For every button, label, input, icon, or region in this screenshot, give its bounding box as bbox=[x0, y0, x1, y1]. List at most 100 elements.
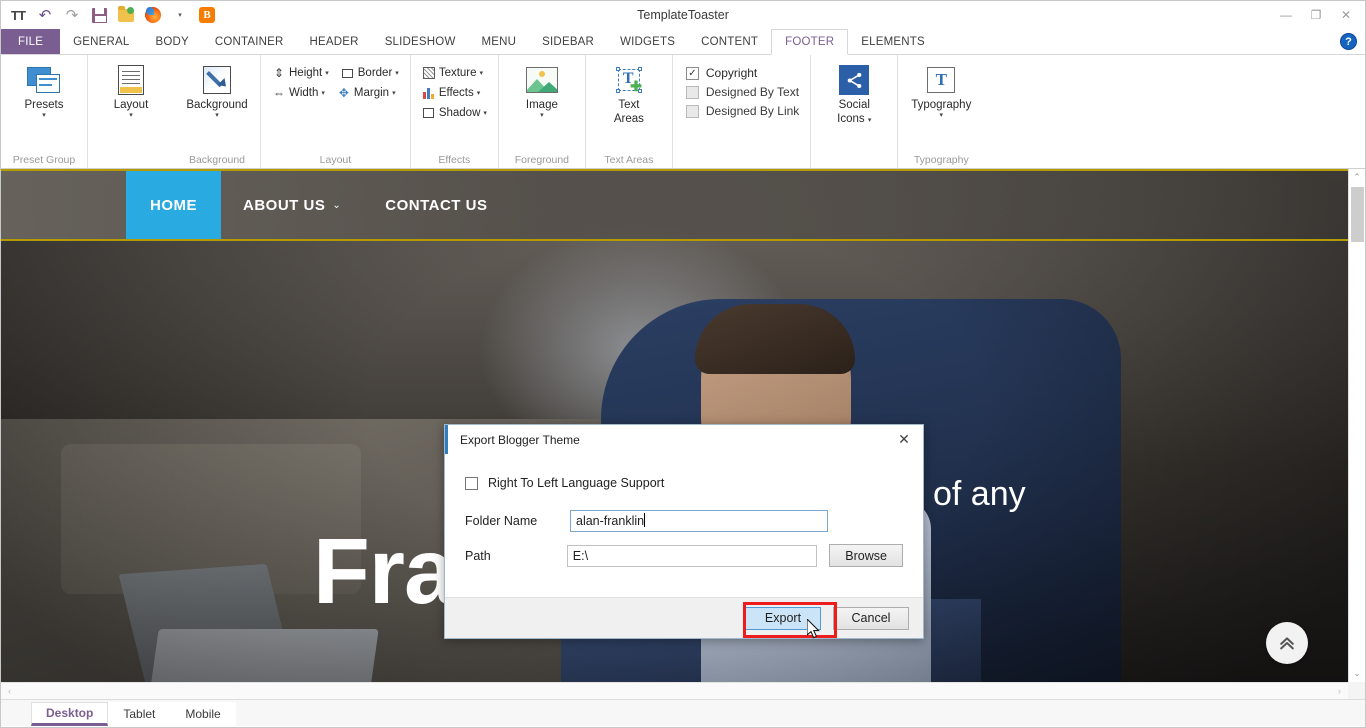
typography-button[interactable]: T Typography ▾ bbox=[905, 60, 977, 120]
chevron-down-icon: ▾ bbox=[483, 109, 487, 117]
tab-content[interactable]: CONTENT bbox=[688, 29, 771, 54]
device-tab-desktop[interactable]: Desktop bbox=[31, 702, 108, 726]
design-canvas[interactable]: HOME ABOUT US ⌄ CONTACT US Franklin of a… bbox=[1, 169, 1365, 699]
blogger-glyph: B bbox=[199, 7, 215, 23]
text-areas-button[interactable]: T ✚ Text Areas bbox=[593, 60, 665, 125]
scroll-up-arrow[interactable]: ⌃ bbox=[1349, 169, 1366, 186]
nav-contact-label: CONTACT US bbox=[385, 197, 487, 214]
browse-button[interactable]: Browse bbox=[829, 544, 903, 567]
chevron-down-icon: ▾ bbox=[129, 112, 133, 120]
chevron-down-icon: ▾ bbox=[540, 112, 544, 120]
chevron-down-icon: ▾ bbox=[868, 117, 872, 124]
scroll-right-arrow[interactable]: › bbox=[1331, 683, 1348, 700]
social-icons-label-line1: Social bbox=[839, 99, 870, 111]
designed-by-link-checkbox-row[interactable]: Designed By Link bbox=[686, 104, 799, 118]
blogger-icon[interactable]: B bbox=[197, 5, 217, 25]
dialog-body: Right To Left Language Support Folder Na… bbox=[445, 454, 923, 599]
canvas-vertical-scrollbar[interactable]: ⌃ ⌄ bbox=[1348, 169, 1365, 682]
caret-glyph: ▾ bbox=[178, 12, 182, 19]
path-input[interactable]: E:\ bbox=[567, 545, 817, 567]
hero-subtext-of-any[interactable]: of any bbox=[933, 475, 1026, 514]
designed-by-text-checkbox[interactable] bbox=[686, 86, 699, 99]
designed-by-text-checkbox-row[interactable]: Designed By Text bbox=[686, 85, 799, 99]
open-folder-icon[interactable] bbox=[116, 5, 136, 25]
device-tab-mobile[interactable]: Mobile bbox=[170, 702, 235, 726]
image-button[interactable]: Image ▾ bbox=[506, 60, 578, 120]
title-bar: TT ↶ ↷ ▾ B TemplateToaster — ❐ ✕ bbox=[1, 1, 1365, 29]
close-button[interactable]: ✕ bbox=[1331, 2, 1361, 28]
designed-by-link-checkbox[interactable] bbox=[686, 105, 699, 118]
ribbon-body: Presets ▾ Preset Group Layout bbox=[1, 55, 1365, 169]
help-button[interactable]: ? bbox=[1340, 33, 1357, 50]
effects-button[interactable]: Effects ▾ bbox=[418, 84, 491, 102]
redo-icon[interactable]: ↷ bbox=[62, 5, 82, 25]
vertical-scroll-thumb[interactable] bbox=[1351, 187, 1364, 242]
cancel-button[interactable]: Cancel bbox=[833, 607, 909, 630]
tab-file[interactable]: FILE bbox=[1, 29, 60, 54]
margin-icon: ✥ bbox=[337, 86, 351, 100]
nav-item-contact-us[interactable]: CONTACT US bbox=[363, 171, 509, 239]
background-label: Background bbox=[186, 99, 247, 111]
export-button[interactable]: Export bbox=[745, 607, 821, 630]
preview-dropdown-caret[interactable]: ▾ bbox=[170, 5, 190, 25]
tab-sidebar[interactable]: SIDEBAR bbox=[529, 29, 607, 54]
border-button[interactable]: Border ▾ bbox=[337, 64, 403, 82]
undo-icon[interactable]: ↶ bbox=[35, 5, 55, 25]
tab-elements[interactable]: ELEMENTS bbox=[848, 29, 938, 54]
margin-button[interactable]: ✥ Margin ▾ bbox=[333, 84, 400, 102]
text-areas-label-line2: Areas bbox=[614, 113, 644, 125]
tab-slideshow[interactable]: SLIDESHOW bbox=[372, 29, 469, 54]
presets-button[interactable]: Presets ▾ bbox=[8, 60, 80, 120]
social-line2-text: Icons bbox=[837, 113, 865, 125]
tab-widgets[interactable]: WIDGETS bbox=[607, 29, 688, 54]
close-icon[interactable]: ✕ bbox=[891, 428, 917, 452]
scroll-down-arrow[interactable]: ⌄ bbox=[1349, 665, 1366, 682]
chevron-down-icon: ▾ bbox=[940, 112, 944, 120]
canvas-horizontal-scrollbar[interactable]: ‹ › bbox=[1, 682, 1348, 699]
background-brush-icon bbox=[203, 63, 231, 97]
tab-container[interactable]: CONTAINER bbox=[202, 29, 297, 54]
social-icons-button[interactable]: Social Icons ▾ bbox=[818, 60, 890, 125]
texture-label: Texture bbox=[439, 67, 477, 79]
tab-menu[interactable]: MENU bbox=[469, 29, 530, 54]
share-icon bbox=[839, 63, 869, 97]
scroll-left-arrow[interactable]: ‹ bbox=[1, 683, 18, 700]
copyright-checkbox-row[interactable]: ✓ Copyright bbox=[686, 66, 799, 80]
minimize-button[interactable]: — bbox=[1271, 2, 1301, 28]
site-header-selected[interactable]: HOME ABOUT US ⌄ CONTACT US bbox=[1, 169, 1348, 241]
tab-body[interactable]: BODY bbox=[142, 29, 201, 54]
export-blogger-theme-dialog[interactable]: Export Blogger Theme ✕ Right To Left Lan… bbox=[444, 424, 924, 639]
tab-header[interactable]: HEADER bbox=[297, 29, 372, 54]
window-controls: — ❐ ✕ bbox=[1271, 1, 1361, 29]
firefox-preview-icon[interactable] bbox=[143, 5, 163, 25]
folder-name-input[interactable]: alan-franklin bbox=[570, 510, 828, 532]
texture-button[interactable]: Texture ▾ bbox=[418, 64, 491, 82]
tab-general[interactable]: GENERAL bbox=[60, 29, 142, 54]
background-group-label: Background bbox=[181, 152, 253, 166]
ribbon-group-typography: T Typography ▾ Typography bbox=[898, 55, 984, 168]
path-row: Path E:\ Browse bbox=[465, 544, 903, 567]
height-button[interactable]: ⇕ Height ▾ bbox=[268, 64, 333, 82]
margin-label: Margin bbox=[354, 87, 389, 99]
quick-access-toolbar: TT ↶ ↷ ▾ B bbox=[1, 1, 217, 29]
designed-by-text-label: Designed By Text bbox=[706, 85, 799, 99]
copyright-checkbox[interactable]: ✓ bbox=[686, 67, 699, 80]
background-button[interactable]: Background ▾ bbox=[181, 60, 253, 120]
image-icon bbox=[526, 63, 558, 97]
device-tab-tablet[interactable]: Tablet bbox=[108, 702, 170, 726]
nav-item-about-us[interactable]: ABOUT US ⌄ bbox=[221, 171, 363, 239]
layout-button[interactable]: Layout ▾ bbox=[95, 60, 167, 120]
rtl-label: Right To Left Language Support bbox=[488, 476, 664, 490]
save-icon[interactable] bbox=[89, 5, 109, 25]
shadow-button[interactable]: Shadow ▾ bbox=[418, 104, 491, 122]
restore-button[interactable]: ❐ bbox=[1301, 2, 1331, 28]
rtl-checkbox[interactable] bbox=[465, 477, 478, 490]
nav-item-home[interactable]: HOME bbox=[126, 171, 221, 239]
font-icon[interactable]: TT bbox=[8, 5, 28, 25]
logo-area bbox=[1, 171, 126, 239]
typography-label: Typography bbox=[911, 99, 971, 111]
tab-footer[interactable]: FOOTER bbox=[771, 29, 848, 55]
rtl-checkbox-row[interactable]: Right To Left Language Support bbox=[465, 476, 903, 490]
width-button[interactable]: ⇔ Width ▾ bbox=[268, 84, 329, 102]
scroll-to-top-button[interactable] bbox=[1266, 622, 1308, 664]
